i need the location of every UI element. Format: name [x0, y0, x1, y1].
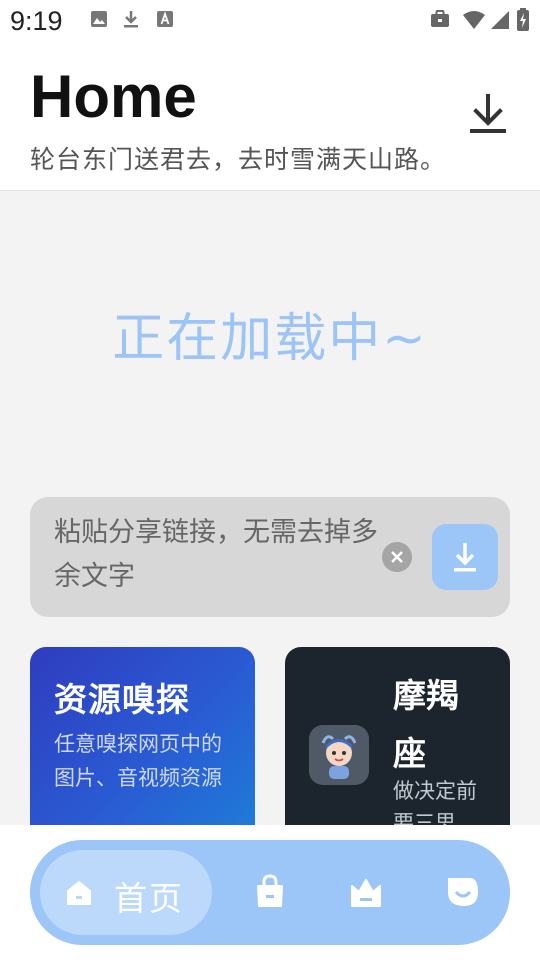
nav-item-label: 首页 [114, 879, 184, 918]
card-title: 摩羯座 [393, 676, 459, 773]
page-title: Home [30, 63, 197, 130]
page-subtitle: 轮台东门送君去，去时雪满天山路。 [30, 145, 447, 174]
status-bar: 9:19 [0, 0, 540, 40]
parse-download-button[interactable] [432, 524, 498, 590]
resource-sniff-card[interactable]: 资源嗅探 任意嗅探网页中的图片、音视频资源 [30, 647, 255, 847]
signal-icon [491, 11, 509, 29]
header: Home 轮台东门送君去，去时雪满天山路。 [0, 40, 540, 191]
battery-icon [517, 8, 529, 31]
profile-icon[interactable] [440, 870, 484, 914]
status-time: 9:19 [10, 6, 63, 36]
card-title: 资源嗅探 [54, 680, 190, 719]
wifi-icon [463, 11, 485, 29]
link-input-box: 粘贴分享链接，无需去掉多余文字 [30, 497, 510, 617]
download-icon [454, 543, 476, 572]
crown-icon[interactable] [344, 870, 388, 914]
font-icon [157, 11, 173, 27]
briefcase-icon [431, 10, 449, 27]
clear-button[interactable] [382, 542, 412, 572]
capricorn-logo-icon [309, 725, 369, 785]
shopping-bag-icon[interactable] [248, 870, 292, 914]
bottom-nav: 首页 [30, 840, 510, 945]
loading-text: 正在加载中~ [112, 309, 428, 369]
capricorn-card[interactable]: 摩羯座 做决定前要三思 [285, 647, 510, 847]
download-icon [124, 11, 138, 28]
link-input[interactable]: 粘贴分享链接，无需去掉多余文字 [54, 511, 384, 599]
nav-item-home[interactable]: 首页 [40, 850, 212, 935]
image-icon [91, 11, 107, 27]
download-button[interactable] [464, 92, 512, 140]
bottom-nav-area: 首页 [0, 825, 540, 960]
home-icon [67, 881, 91, 905]
card-description: 任意嗅探网页中的图片、音视频资源 [54, 732, 222, 790]
